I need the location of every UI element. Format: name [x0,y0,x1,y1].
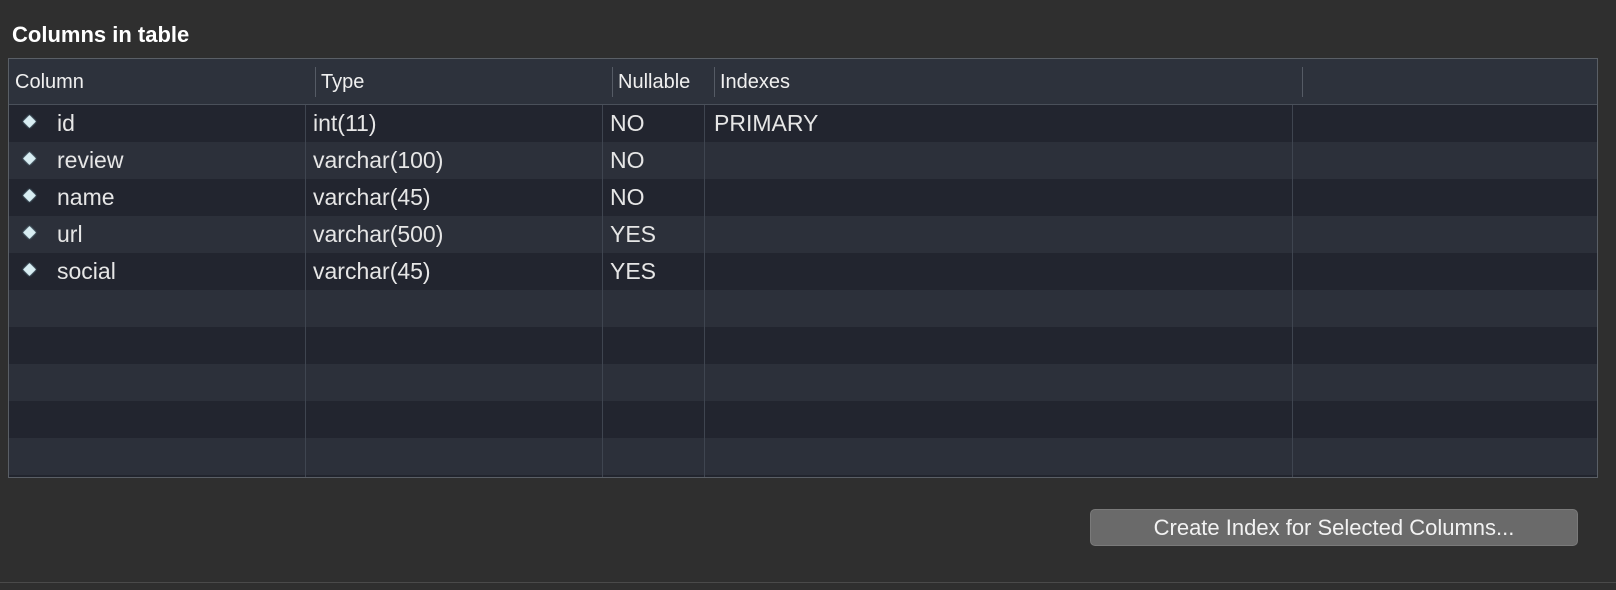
column-divider [1292,105,1293,477]
cell-nullable: NO [610,110,645,136]
cell-column: url [57,221,83,247]
diamond-icon [23,189,36,202]
column-divider [305,105,306,477]
cell-column: id [57,110,75,136]
create-index-button[interactable]: Create Index for Selected Columns... [1090,509,1578,546]
cell-column: social [57,258,116,284]
empty-row [9,438,1597,475]
section-title: Columns in table [12,22,190,47]
cell-indexes: PRIMARY [714,110,819,136]
diamond-icon [23,263,36,276]
table-body: id int(11) NO PRIMARY review varchar(100… [9,105,1597,477]
header-column[interactable]: Column [9,59,315,105]
empty-row [9,364,1597,401]
table-row[interactable]: social varchar(45) YES [9,253,1597,290]
diamond-icon [23,226,36,239]
table-row[interactable]: url varchar(500) YES [9,216,1597,253]
header-indexes[interactable]: Indexes [714,59,1302,105]
cell-nullable: NO [610,184,645,210]
cell-nullable: YES [610,221,657,247]
cell-type: varchar(100) [313,147,444,173]
cell-column: review [57,147,124,173]
cell-type: varchar(45) [313,258,431,284]
header-type[interactable]: Type [315,59,612,105]
column-divider [602,105,603,477]
empty-row [9,401,1597,438]
empty-row [9,290,1597,327]
empty-row [9,327,1597,364]
table-row[interactable]: review varchar(100) NO [9,142,1597,179]
header-nullable[interactable]: Nullable [612,59,714,105]
column-divider [704,105,705,477]
cell-type: varchar(45) [313,184,431,210]
cell-type: varchar(500) [313,221,444,247]
cell-type: int(11) [313,110,377,136]
table-row[interactable]: name varchar(45) NO [9,179,1597,216]
header-separator [1302,67,1303,97]
diamond-icon [23,152,36,165]
diamond-icon [23,115,36,128]
cell-nullable: YES [610,258,657,284]
bottom-divider [0,582,1616,583]
table-header: Column Type Nullable Indexes [9,59,1597,105]
columns-table[interactable]: Column Type Nullable Indexes id int(11) … [8,58,1598,478]
cell-column: name [57,184,115,210]
table-row[interactable]: id int(11) NO PRIMARY [9,105,1597,142]
cell-nullable: NO [610,147,645,173]
